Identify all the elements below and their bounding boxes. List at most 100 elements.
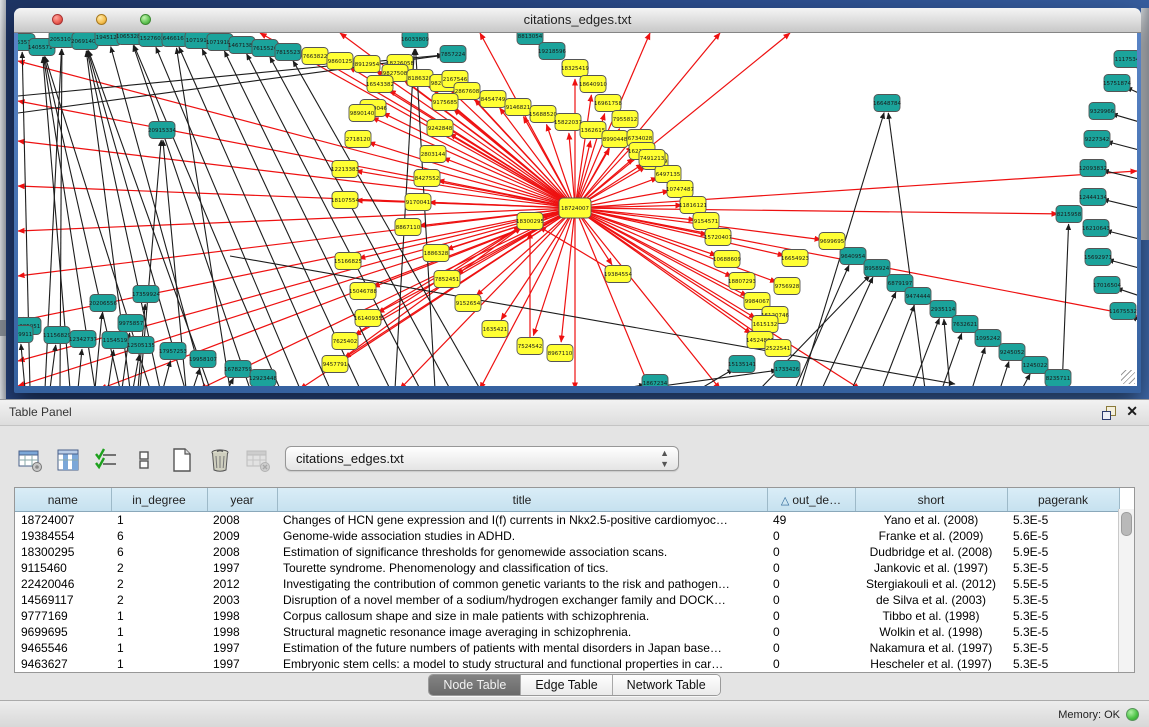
graph-node[interactable]: 9242848 [427,120,453,137]
column-header-title[interactable]: title [277,488,767,512]
graph-node[interactable]: 18807293 [728,273,756,290]
graph-node[interactable]: 9245052 [999,344,1025,361]
graph-node[interactable]: 16543382 [366,76,394,93]
graph-node[interactable]: 10747487 [666,181,694,198]
cell-title[interactable]: Changes of HCN gene expression and I(f) … [277,512,767,529]
graph-node[interactable]: 7491213 [639,150,665,167]
column-header-short[interactable]: short [855,488,1007,512]
cell-in_degree[interactable]: 1 [111,624,207,640]
cell-out_de[interactable]: 0 [767,560,855,576]
cell-pagerank[interactable]: 5.3E-5 [1007,560,1119,576]
graph-node[interactable]: 12923448 [249,370,277,387]
graph-node[interactable]: 1245022 [1022,357,1048,374]
cell-year[interactable]: 2009 [207,528,277,544]
graph-node[interactable]: 15692971 [1084,249,1112,266]
cell-pagerank[interactable]: 5.3E-5 [1007,640,1119,656]
cell-pagerank[interactable]: 5.9E-5 [1007,544,1119,560]
graph-node[interactable]: 2935114 [930,301,956,318]
graph-node[interactable]: 8990448 [602,131,628,148]
cell-short[interactable]: Tibbo et al. (1998) [855,608,1007,624]
graph-node[interactable]: 1733426 [774,361,800,378]
cell-year[interactable]: 1998 [207,624,277,640]
graph-node[interactable]: 15166825 [334,253,362,270]
column-edit-icon[interactable] [54,446,82,474]
graph-node[interactable]: 7663822 [302,48,328,65]
network-canvas[interactable]: 1853571 14055714 2053101 20691406 194512… [18,33,1137,386]
cell-year[interactable]: 2012 [207,576,277,592]
cell-in_degree[interactable]: 2 [111,560,207,576]
graph-node[interactable]: 9146821 [505,99,531,116]
cell-short[interactable]: Stergiakouli et al. (2012) [855,576,1007,592]
graph-node[interactable]: 1615132 [752,316,778,333]
cell-name[interactable]: 9777169 [15,608,111,624]
cell-year[interactable]: 2003 [207,592,277,608]
graph-node[interactable]: 12213383 [331,161,359,178]
graph-node[interactable]: 18640910 [579,76,607,93]
graph-node[interactable]: 9175685 [432,94,458,111]
graph-node[interactable]: 15751874 [1103,75,1131,92]
delete-table-icon[interactable] [244,446,272,474]
graph-node[interactable]: 1095242 [975,330,1001,347]
graph-node[interactable]: 18107554 [331,192,359,209]
graph-node[interactable]: 3919911 [18,326,33,343]
cell-year[interactable]: 2008 [207,544,277,560]
cell-name[interactable]: 9115460 [15,560,111,576]
column-header-out_de[interactable]: △out_de… [767,488,855,512]
cell-year[interactable]: 1997 [207,656,277,672]
graph-node[interactable]: 12444134 [1079,189,1107,206]
tab-node-table[interactable]: Node Table [429,675,521,695]
graph-node[interactable]: 2718120 [345,131,371,148]
resize-grip-icon[interactable] [1121,370,1135,384]
zoom-window-icon[interactable] [140,14,151,25]
graph-node[interactable]: 2803144 [420,146,446,163]
select-all-icon[interactable] [92,446,120,474]
graph-node[interactable]: 7625402 [332,333,358,350]
cell-in_degree[interactable]: 1 [111,512,207,529]
graph-node[interactable]: 18724007 [559,198,591,218]
minimize-window-icon[interactable] [96,14,107,25]
cell-short[interactable]: de Silva et al. (2003) [855,592,1007,608]
graph-node[interactable]: 7615526 [252,40,278,57]
cell-title[interactable]: Investigating the contribution of common… [277,576,767,592]
graph-node[interactable]: 9860125 [327,53,353,70]
graph-node[interactable]: 9154571 [693,213,719,230]
panel-collapse-handle[interactable] [0,320,6,336]
graph-node[interactable]: 8958924 [864,260,890,277]
graph-node[interactable]: 8867110 [395,219,421,236]
graph-node[interactable]: 17016504 [1093,277,1121,294]
graph-node[interactable]: 9474444 [905,288,931,305]
graph-node[interactable]: 16961758 [594,95,622,112]
graph-node[interactable]: 16648784 [873,95,901,112]
graph-node[interactable]: 15822037 [554,114,582,131]
new-file-icon[interactable] [168,446,196,474]
graph-node[interactable]: 17957253 [159,343,187,360]
graph-node[interactable]: 8235711 [1045,370,1071,387]
graph-node[interactable]: 8967110 [547,345,573,362]
graph-node[interactable]: 7857224 [440,46,466,63]
column-header-name[interactable]: name [15,488,111,512]
graph-node[interactable]: 10688609 [713,251,741,268]
float-panel-icon[interactable] [1102,406,1115,419]
graph-node[interactable]: 19384554 [604,266,632,283]
graph-node[interactable]: 15135141 [728,356,756,373]
table-panel-header[interactable]: Table Panel ✕ [0,399,1149,426]
graph-node[interactable]: 7815523 [275,44,301,61]
graph-node[interactable]: 7524542 [517,338,543,355]
graph-node[interactable]: 16140935 [354,310,382,327]
table-settings-icon[interactable] [16,446,44,474]
cell-pagerank[interactable]: 5.6E-5 [1007,528,1119,544]
cell-out_de[interactable]: 0 [767,592,855,608]
cell-short[interactable]: Wolkin et al. (1998) [855,624,1007,640]
cell-title[interactable]: Tourette syndrome. Phenomenology and cla… [277,560,767,576]
column-header-in_degree[interactable]: in_degree [111,488,207,512]
cell-year[interactable]: 2008 [207,512,277,529]
graph-node[interactable]: 20915334 [148,122,176,139]
graph-node[interactable]: 9756928 [774,278,800,295]
graph-node[interactable]: 15720407 [704,229,732,246]
cell-pagerank[interactable]: 5.3E-5 [1007,512,1119,529]
cell-out_de[interactable]: 0 [767,576,855,592]
close-window-icon[interactable] [52,14,63,25]
cell-in_degree[interactable]: 1 [111,656,207,672]
cell-title[interactable]: Disruption of a novel member of a sodium… [277,592,767,608]
graph-node[interactable]: 1527602 [139,33,165,47]
